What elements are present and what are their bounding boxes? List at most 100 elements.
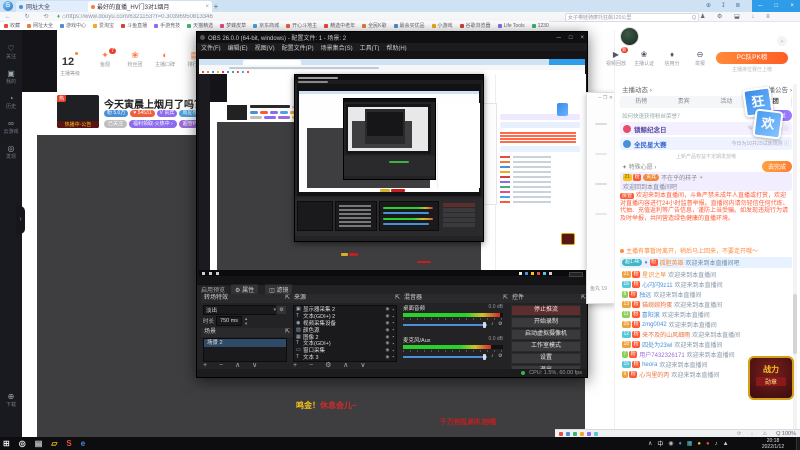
message-user[interactable]: heora — [642, 362, 657, 368]
visibility-eye-icon[interactable]: ◉ — [385, 327, 389, 333]
minimize-button[interactable]: ─ — [758, 3, 762, 9]
quick-tool-icon[interactable] — [587, 431, 591, 436]
message-user[interactable]: 用户7432326171 — [639, 350, 684, 359]
visibility-eye-icon[interactable]: ◉ — [385, 320, 389, 326]
chat-tab-热榜[interactable]: 热榜 — [620, 96, 663, 108]
visibility-eye-icon[interactable]: ◉ — [385, 313, 389, 319]
lock-icon[interactable]: ▪ — [392, 307, 394, 312]
controls-panel-header[interactable]: 控件 ⇱ — [509, 294, 589, 303]
lock-icon[interactable]: ▪ — [392, 327, 394, 332]
visibility-eye-icon[interactable]: ◉ — [385, 334, 389, 340]
bookmark-item[interactable]: 游戏中心 — [60, 22, 86, 29]
nav-icons[interactable]: ← ↻ ⟲ ⌂ — [5, 13, 72, 20]
bookmark-item[interactable]: 京东商城 — [253, 22, 279, 29]
new-tab-button[interactable]: + — [210, 1, 222, 12]
message-user[interactable]: 独远 — [639, 290, 651, 299]
duration-value[interactable]: 750 ms — [216, 316, 243, 326]
tray-volume-icon[interactable]: ♪ — [715, 441, 718, 447]
chat-tool-视频回放[interactable]: ▶ 新视频回放 — [603, 47, 629, 67]
pinned-user[interactable]: 不在乎的样子 — [661, 173, 697, 182]
obs-close-button[interactable]: × — [580, 35, 584, 41]
sidebar-item-历史[interactable]: ◔ 历史 — [0, 94, 22, 110]
volume-slider[interactable]: ♪ ⚙ — [403, 321, 503, 328]
bookmark-item[interactable]: 斗鱼直播 — [121, 22, 147, 29]
scrollbar-thumb[interactable] — [793, 294, 797, 354]
taskbar-start-icon[interactable]: ⊞ — [3, 439, 10, 448]
source-row[interactable]: T 文本 3 ◉ ▪ — [294, 354, 396, 361]
dock-pin-icon[interactable]: ⇱ — [285, 294, 290, 303]
lock-icon[interactable]: ▪ — [392, 341, 394, 346]
control-button-停止推流[interactable]: 停止推流 — [511, 305, 581, 316]
bookmark-item[interactable]: 最会买优品 — [393, 22, 425, 29]
browser-search-box[interactable]: 女子带娃骑摩托狂飙120公里 Q — [565, 13, 699, 22]
quick-tool-icon[interactable] — [566, 431, 570, 436]
visibility-eye-icon[interactable]: ◉ — [385, 306, 389, 312]
pk-rank-button[interactable]: PC队PK榜 — [716, 52, 788, 64]
tab-stream[interactable]: 最好的直播_HV门3对1烟月 × — [88, 1, 212, 12]
quick-tool-icon[interactable] — [559, 431, 563, 436]
bookmark-item[interactable]: 网址大全 — [27, 22, 53, 29]
track-settings-icon[interactable]: ⚙ — [498, 321, 502, 327]
address-bar[interactable]: https://www.douyu.com/6321153?r=0.303969… — [66, 14, 366, 20]
control-button-启动虚拟摄像机[interactable]: 启动虚拟摄像机 — [511, 329, 581, 340]
bookmark-item[interactable]: 12306抢票 — [531, 22, 549, 29]
tray-notifier-icon[interactable]: ● — [697, 441, 701, 447]
tray-hidden-icons-icon[interactable]: ∧ — [648, 440, 652, 447]
visibility-eye-icon[interactable]: ◉ — [385, 347, 389, 353]
zoom-level[interactable]: Q 100% — [776, 431, 796, 437]
sidebar-item-我的[interactable]: ▣ 我的 — [0, 69, 22, 85]
bookmark-item[interactable]: 全民K歌 — [362, 22, 387, 29]
tray-app-grid-icon[interactable]: ▦ — [687, 440, 693, 447]
message-user[interactable]: 猫婉婉狗蛋 — [642, 300, 672, 309]
sources-panel-header[interactable]: 来源 ⇱ — [291, 294, 403, 303]
chat-tool-举报[interactable]: ⊖ 举报 — [687, 50, 713, 67]
tray-obs-tray-icon[interactable]: ◉ — [668, 440, 673, 447]
bookmark-item[interactable]: 收藏 — [4, 22, 20, 29]
chat-tool-主播认证[interactable]: ❀ 主播认证 — [631, 50, 657, 67]
header-item-粉丝团[interactable]: ❀ 粉丝团 — [122, 50, 148, 68]
bookmark-item[interactable]: Life Tools — [497, 23, 525, 29]
event-war-badge[interactable]: 战力 勋章 — [748, 356, 794, 400]
anchor-news-link[interactable]: 主播动态 › — [622, 84, 652, 94]
quick-tool-icon[interactable] — [573, 431, 577, 436]
track-settings-icon[interactable]: ⚙ — [498, 353, 502, 359]
taskbar-task-view-icon[interactable]: ▤ — [35, 439, 43, 448]
streamer-avatar[interactable] — [620, 27, 639, 46]
sogou-logo-icon[interactable]: S — [3, 1, 13, 11]
chat-tool-信用分[interactable]: ♦ 信用分 — [659, 50, 685, 67]
obs-titlebar[interactable]: OBS 26.0.0 (64-bit, windows) - 配置文件: 1 -… — [197, 32, 587, 43]
dock-pin-icon[interactable]: ⇱ — [395, 294, 400, 303]
transition-config-icon[interactable]: ⚙ — [276, 305, 287, 315]
transition-select[interactable]: 淡出 ▾ — [203, 305, 279, 315]
wish-label[interactable]: ✦ 特殊心愿 › — [622, 162, 656, 171]
scenes-panel-header[interactable]: 场景 ⇱ — [201, 328, 293, 337]
taskbar-search-icon[interactable]: ◎ — [19, 439, 26, 448]
obs-preview[interactable] — [197, 51, 587, 284]
tray-network-icon[interactable]: ▲ — [723, 441, 729, 447]
message-user[interactable]: 心沟里的丙 — [639, 370, 669, 379]
sidebar-item-云游戏[interactable]: ∞ 云游戏 — [0, 119, 22, 135]
message-user[interactable]: 星识之早 — [642, 270, 666, 279]
chat-tab-活动[interactable]: 活动 — [705, 96, 748, 108]
visibility-eye-icon[interactable]: ◉ — [385, 340, 389, 346]
message-user[interactable]: 四处为23wl — [642, 340, 672, 349]
lock-icon[interactable]: ▪ — [392, 314, 394, 319]
header-item-鱼翅[interactable]: ✦ 7 鱼翅 — [92, 48, 118, 68]
taskbar-clock[interactable]: 20:18 2022/1/12 — [752, 438, 794, 450]
tabstrip-tools[interactable]: ⊕ ↧ ≣ — [706, 2, 750, 9]
speaker-icon[interactable]: ♪ — [491, 353, 494, 359]
transitions-panel-header[interactable]: 转场特效 ⇱ — [201, 294, 293, 303]
message-user[interactable]: 心闪闪9z11 — [642, 280, 673, 289]
taskbar-browser-icon[interactable]: e — [81, 439, 85, 448]
dock-pin-icon[interactable]: ⇱ — [503, 294, 508, 303]
stream-action-pill[interactable]: 福利领取·火热中 › — [129, 120, 177, 128]
lock-icon[interactable]: ▪ — [392, 320, 394, 325]
wish-go-button[interactable]: 去完成 — [761, 161, 792, 172]
bookmark-item[interactable]: 梦蝶皮草 — [220, 22, 246, 29]
control-button-开始录制[interactable]: 开始录制 — [511, 317, 581, 328]
sidebar-item-关注[interactable]: ♡ 关注 — [0, 44, 22, 60]
spinner-icons[interactable]: ▲ ▼ — [244, 316, 248, 326]
slider-knob[interactable] — [483, 322, 486, 328]
toolbar-right-icons[interactable]: ♟ ⚙ ⬓ ↓ ≡ — [700, 13, 775, 20]
sources-list[interactable]: ▣ 显示器采集 2 ◉ ▪ T 文本(GDI+) 2 ◉ ▪ ◉ 视频采集设备 ◉ ▪ ▨ 颜色源 ◉ ▪ ▦ 图… — [293, 305, 397, 362]
